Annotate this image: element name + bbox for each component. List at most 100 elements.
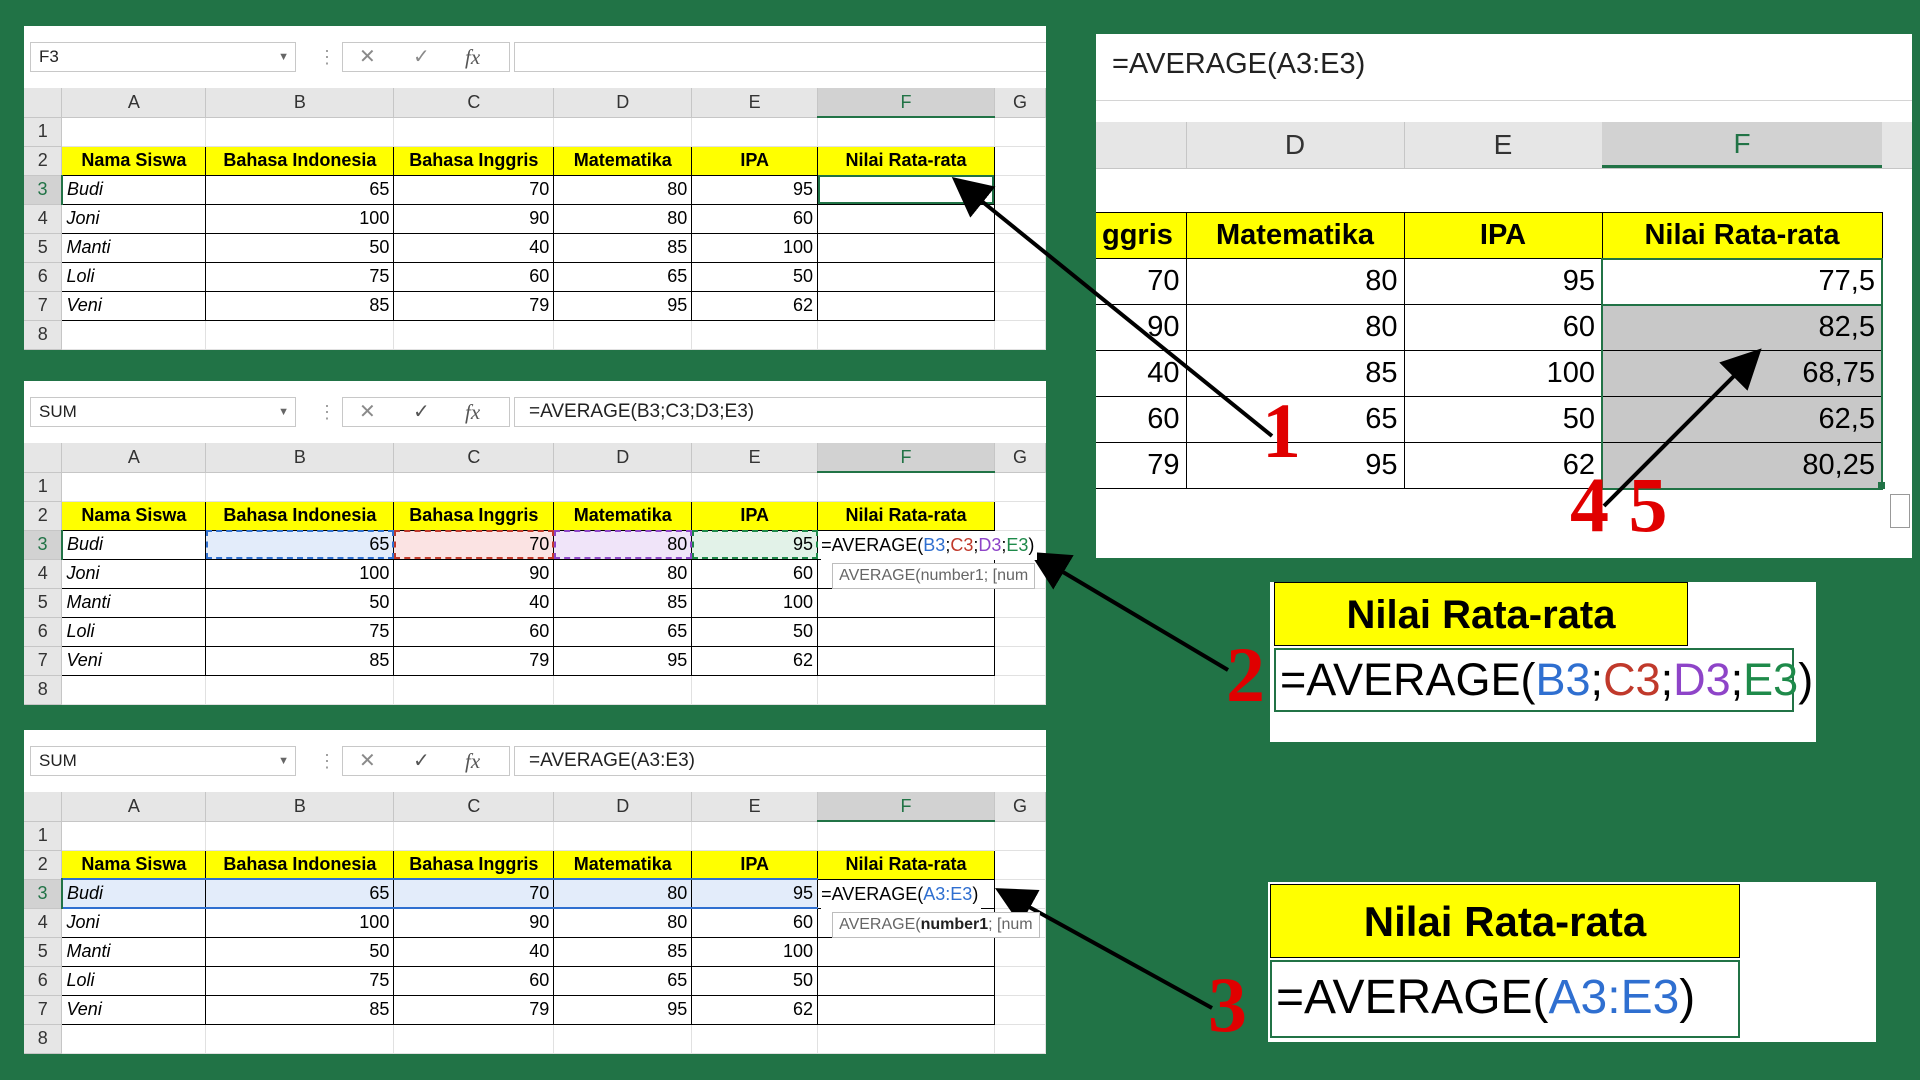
cell[interactable]: 70 xyxy=(393,174,555,205)
result-cell[interactable]: 82,5 xyxy=(1601,304,1883,351)
col-header-c[interactable]: C xyxy=(393,443,555,473)
cell[interactable]: 90 xyxy=(1096,304,1187,351)
cell[interactable]: 60 xyxy=(1403,304,1603,351)
cell[interactable]: Joni xyxy=(61,907,207,938)
row-header[interactable]: 6 xyxy=(24,262,63,292)
col-header-f[interactable]: F xyxy=(1602,122,1882,168)
col-header-e[interactable]: E xyxy=(691,443,819,473)
cell[interactable]: 79 xyxy=(1096,442,1187,489)
cell[interactable]: 60 xyxy=(393,965,555,996)
cell[interactable]: 60 xyxy=(691,907,819,938)
cell-ref-b3[interactable]: 65 xyxy=(205,529,395,560)
row-header[interactable]: 5 xyxy=(24,588,63,618)
header-cell[interactable]: Matematika xyxy=(553,849,693,880)
insert-function-icon[interactable]: fx xyxy=(465,747,480,775)
function-tooltip[interactable]: AVERAGE(number1; [num xyxy=(832,562,1036,589)
cell-range-a3-e3[interactable]: 80 xyxy=(553,878,693,909)
row-header[interactable]: 1 xyxy=(24,117,63,147)
header-cell[interactable]: Nilai Rata-rata xyxy=(1601,212,1883,259)
row-header[interactable]: 6 xyxy=(24,966,63,996)
cell[interactable]: 50 xyxy=(205,587,395,618)
cell[interactable]: 79 xyxy=(393,994,555,1025)
cell[interactable]: 50 xyxy=(205,232,395,263)
cell[interactable]: 75 xyxy=(205,261,395,292)
cell[interactable]: 80 xyxy=(553,174,693,205)
col-header-e[interactable]: E xyxy=(691,88,819,118)
row-header[interactable]: 3 xyxy=(24,879,63,909)
col-header-f[interactable]: F xyxy=(817,88,995,118)
cell[interactable]: 62 xyxy=(691,290,819,321)
cell[interactable]: 80 xyxy=(1185,304,1405,351)
col-header-d[interactable]: D xyxy=(553,443,693,473)
cell[interactable]: 100 xyxy=(205,558,395,589)
col-header-c[interactable]: C xyxy=(393,792,555,822)
cell-range-a3-e3[interactable]: 65 xyxy=(205,878,395,909)
row-header[interactable]: 2 xyxy=(24,850,63,880)
cell[interactable]: 50 xyxy=(1403,396,1603,443)
cell[interactable]: Manti xyxy=(61,232,207,263)
header-cell[interactable]: Bahasa Indonesia xyxy=(205,500,395,531)
select-all-corner[interactable] xyxy=(24,443,63,473)
result-cell[interactable]: 68,75 xyxy=(1601,350,1883,397)
row-header[interactable]: 2 xyxy=(24,501,63,531)
enter-icon[interactable]: ✓ xyxy=(413,43,430,71)
cancel-icon[interactable]: ✕ xyxy=(359,747,376,775)
chevron-down-icon[interactable]: ▼ xyxy=(278,747,289,775)
select-all-corner[interactable] xyxy=(24,88,63,118)
cell[interactable]: 85 xyxy=(553,936,693,967)
col-header-d[interactable]: D xyxy=(553,792,693,822)
cell[interactable]: 65 xyxy=(553,965,693,996)
cell[interactable]: 95 xyxy=(1403,258,1603,305)
cell[interactable]: 60 xyxy=(691,203,819,234)
row-header[interactable]: 8 xyxy=(24,675,63,705)
col-header-f[interactable]: F xyxy=(817,443,995,473)
col-header-g[interactable]: G xyxy=(994,443,1046,473)
cell[interactable]: 80 xyxy=(1185,258,1405,305)
cell[interactable] xyxy=(817,232,995,263)
header-cell[interactable]: Matematika xyxy=(1185,212,1405,259)
row-header[interactable]: 4 xyxy=(24,908,63,938)
cell[interactable]: 100 xyxy=(205,907,395,938)
enter-icon[interactable]: ✓ xyxy=(413,398,430,426)
cell[interactable]: 50 xyxy=(205,936,395,967)
col-header-a[interactable]: A xyxy=(61,443,207,473)
row-header[interactable]: 7 xyxy=(24,646,63,676)
cell[interactable]: 100 xyxy=(1403,350,1603,397)
cell[interactable]: 85 xyxy=(205,645,395,676)
cell[interactable]: 62 xyxy=(691,994,819,1025)
col-header-b[interactable]: B xyxy=(205,792,395,822)
row-header[interactable]: 8 xyxy=(24,1024,63,1054)
cell[interactable] xyxy=(817,616,995,647)
cell[interactable]: Loli xyxy=(61,616,207,647)
name-box[interactable]: SUM ▼ xyxy=(30,397,296,427)
cell[interactable]: 85 xyxy=(553,587,693,618)
row-header[interactable]: 7 xyxy=(24,995,63,1025)
cell[interactable]: 60 xyxy=(691,558,819,589)
formula-input[interactable]: =AVERAGE(A3:E3) xyxy=(514,746,1046,776)
cell[interactable]: Manti xyxy=(61,936,207,967)
fill-handle[interactable] xyxy=(1878,482,1885,489)
active-cell[interactable] xyxy=(817,174,995,205)
cell[interactable]: Veni xyxy=(61,290,207,321)
row-header[interactable]: 5 xyxy=(24,233,63,263)
cell[interactable] xyxy=(817,936,995,967)
insert-function-icon[interactable]: fx xyxy=(465,398,480,426)
header-cell[interactable]: Bahasa Inggris xyxy=(393,849,555,880)
cell[interactable]: 60 xyxy=(393,261,555,292)
cell[interactable]: 40 xyxy=(393,587,555,618)
callout-formula[interactable]: =AVERAGE(A3:E3) xyxy=(1270,960,1740,1038)
chevron-down-icon[interactable]: ▼ xyxy=(278,43,289,71)
cell[interactable]: 80 xyxy=(553,907,693,938)
cell[interactable]: 79 xyxy=(393,290,555,321)
cell[interactable]: 95 xyxy=(553,994,693,1025)
cell[interactable] xyxy=(817,994,995,1025)
select-all-corner[interactable] xyxy=(24,792,63,822)
row-header[interactable]: 7 xyxy=(24,291,63,321)
cell[interactable]: Manti xyxy=(61,587,207,618)
header-cell[interactable]: Nama Siswa xyxy=(61,500,207,531)
zoom-formula-text[interactable]: =AVERAGE(A3:E3) xyxy=(1112,48,1365,81)
enter-icon[interactable]: ✓ xyxy=(413,747,430,775)
cell[interactable]: 40 xyxy=(393,232,555,263)
cell[interactable]: 100 xyxy=(691,587,819,618)
header-cell[interactable]: ggris xyxy=(1096,212,1187,259)
